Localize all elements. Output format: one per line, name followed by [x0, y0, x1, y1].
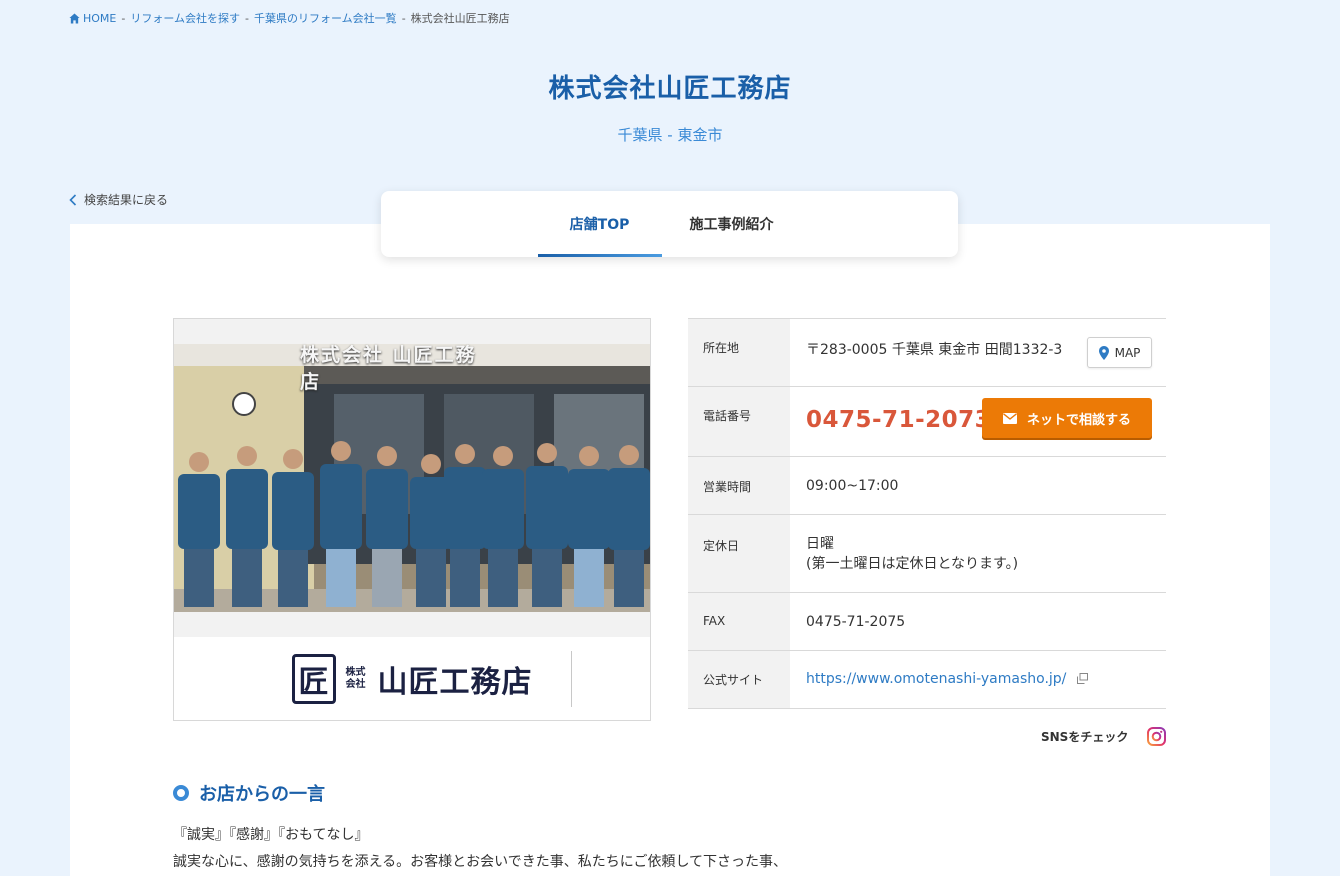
holiday-value-line1: 日曜	[806, 536, 834, 552]
logo-divider	[571, 651, 572, 707]
website-label: 公式サイト	[688, 651, 790, 708]
page-title: 株式会社山匠工務店	[548, 74, 792, 104]
online-consult-label: ネットで相談する	[1026, 412, 1131, 428]
holiday-value-cell: 日曜 (第一土曜日は定休日となります。)	[790, 515, 1166, 592]
company-logo: 匠 株式会社 山匠工務店	[174, 637, 650, 720]
breadcrumb-home-link[interactable]: HOME	[83, 12, 116, 25]
page-subtitle: 千葉県 - 東金市	[617, 126, 723, 144]
breadcrumb-search-link[interactable]: リフォーム会社を探す	[130, 10, 240, 26]
logo-small-text: 株式会社	[345, 667, 366, 690]
shop-message-line: 『誠実』『感謝』『おもてなし』	[173, 827, 369, 843]
fax-label: FAX	[688, 593, 790, 650]
tab-shop-top[interactable]: 店舗TOP	[537, 191, 662, 257]
phone-value-cell: 0475-71-2073 ネットで相談する	[790, 387, 1166, 456]
shop-sign-text: 株式会社 山匠工務店	[300, 344, 477, 393]
address-value-cell: 〒283-0005 千葉県 東金市 田間1332-3 MAP	[790, 319, 1166, 386]
home-icon	[69, 12, 80, 24]
breadcrumb-separator: -	[245, 11, 250, 25]
info-row-hours: 営業時間 09:00~17:00	[688, 457, 1166, 515]
shop-message-line: 誠実な心に、感謝の気持ちを添える。お客様とお会いできた事、私たちにご依頼して下さ…	[173, 854, 788, 870]
hours-value: 09:00~17:00	[806, 478, 899, 494]
info-row-phone: 電話番号 0475-71-2073 ネットで相談する	[688, 387, 1166, 457]
shop-message-heading: お店からの一言	[173, 780, 325, 806]
breadcrumb-current: 株式会社山匠工務店	[410, 12, 510, 25]
holiday-label: 定休日	[688, 515, 790, 592]
logo-main-text: 山匠工務店	[377, 665, 533, 700]
info-row-address: 所在地 〒283-0005 千葉県 東金市 田間1332-3 MAP	[688, 319, 1166, 387]
shop-tabs: 店舗TOP 施工事例紹介	[381, 191, 958, 257]
hours-label: 営業時間	[688, 457, 790, 514]
tab-case-studies[interactable]: 施工事例紹介	[662, 191, 802, 257]
info-row-website: 公式サイト https://www.omotenashi-yamasho.jp/	[688, 651, 1166, 709]
sns-label: SNSをチェック	[1041, 730, 1129, 744]
website-value-cell: https://www.omotenashi-yamasho.jp/	[790, 651, 1166, 708]
info-row-fax: FAX 0475-71-2075	[688, 593, 1166, 651]
holiday-value-line2: (第一土曜日は定休日となります。)	[806, 556, 1019, 572]
phone-number-link[interactable]: 0475-71-2073	[806, 407, 991, 433]
breadcrumb-separator: -	[121, 11, 126, 25]
back-link-label: 検索結果に戻る	[84, 193, 169, 207]
map-pin-icon	[1098, 345, 1109, 360]
shop-photo-frame: 株式会社 山匠工務店 匠 株式会社 山匠工務店	[173, 318, 651, 721]
address-value: 〒283-0005 千葉県 東金市 田間1332-3	[806, 342, 1063, 358]
breadcrumb: HOME - リフォーム会社を探す - 千葉県のリフォーム会社一覧 - 株式会社…	[69, 10, 510, 26]
breadcrumb-chiba-list-link[interactable]: 千葉県のリフォーム会社一覧	[254, 10, 397, 26]
sns-section: SNSをチェック	[1041, 727, 1166, 746]
logo-mark: 匠	[291, 654, 336, 704]
instagram-link[interactable]	[1147, 727, 1166, 746]
instagram-icon	[1147, 727, 1166, 746]
info-row-holiday: 定休日 日曜 (第一土曜日は定休日となります。)	[688, 515, 1166, 593]
mail-icon	[1002, 412, 1017, 424]
shop-message-heading-text: お店からの一言	[199, 784, 325, 805]
breadcrumb-separator: -	[401, 11, 406, 25]
map-button-label: MAP	[1114, 345, 1141, 360]
phone-label: 電話番号	[688, 387, 790, 456]
heading-bullet-icon	[173, 785, 189, 801]
shop-info-table: 所在地 〒283-0005 千葉県 東金市 田間1332-3 MAP 電話番号 …	[688, 318, 1166, 709]
back-to-results-link[interactable]: 検索結果に戻る	[69, 191, 168, 208]
chevron-left-icon	[69, 193, 77, 206]
website-link[interactable]: https://www.omotenashi-yamasho.jp/	[806, 671, 1066, 687]
online-consult-button[interactable]: ネットで相談する	[982, 398, 1152, 438]
external-link-icon	[1076, 673, 1088, 684]
fax-value: 0475-71-2075	[806, 614, 906, 630]
map-button[interactable]: MAP	[1087, 337, 1152, 368]
address-label: 所在地	[688, 319, 790, 386]
